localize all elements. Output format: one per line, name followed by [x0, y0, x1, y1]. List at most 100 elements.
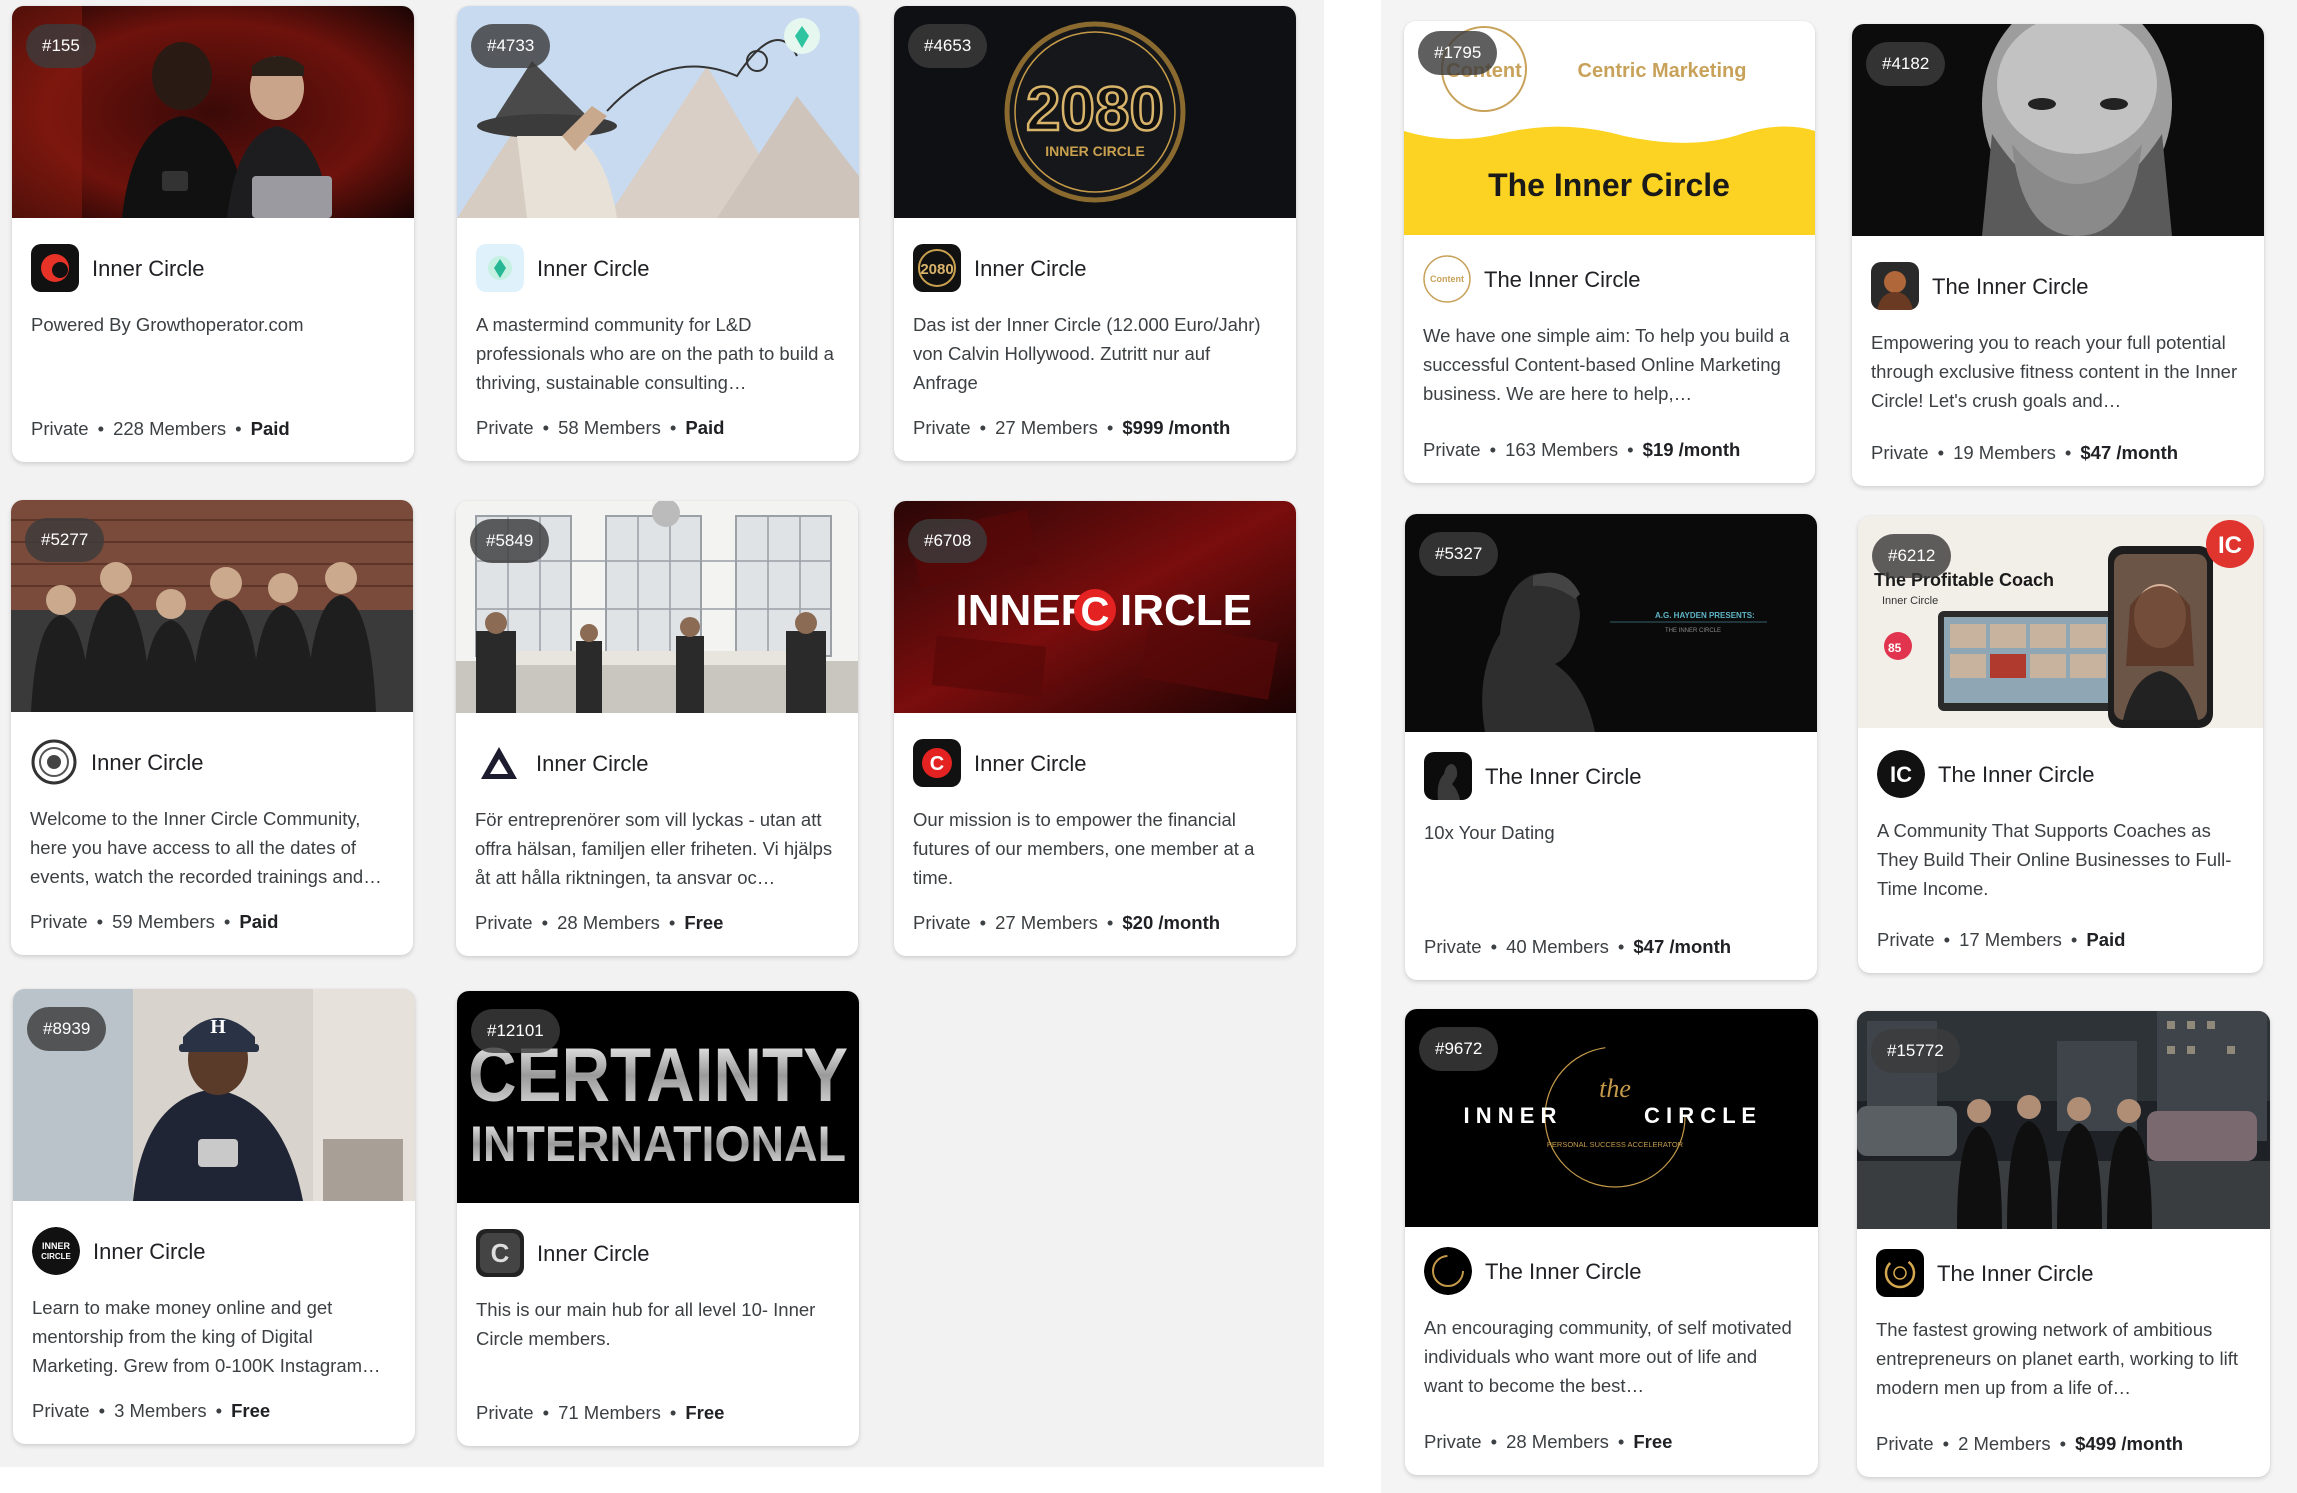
- svg-text:Content: Content: [1430, 274, 1464, 284]
- member-count: 19 Members: [1953, 442, 2056, 463]
- member-count: 27 Members: [995, 912, 1098, 933]
- group-name[interactable]: Inner Circle: [92, 256, 204, 282]
- privacy-label: Private: [30, 911, 88, 932]
- group-meta: Private • 3 Members • Free: [32, 1400, 271, 1421]
- svg-text:85: 85: [1888, 641, 1902, 655]
- thumb-title-text: 2080: [1026, 75, 1164, 144]
- gold-ring-logo-icon: [1424, 1247, 1472, 1295]
- member-count: 40 Members: [1506, 936, 1609, 957]
- thumb-badge-text: IC: [2218, 532, 2242, 559]
- group-name[interactable]: The Inner Circle: [1932, 274, 2089, 300]
- svg-text:C: C: [491, 1238, 510, 1268]
- group-card[interactable]: #4733 Inner Circle A mastermind communit…: [457, 6, 859, 461]
- privacy-label: Private: [1877, 929, 1935, 950]
- price-label: $999 /month: [1122, 417, 1231, 438]
- group-name[interactable]: The Inner Circle: [1485, 764, 1642, 790]
- group-card[interactable]: INNER C IRCLE #6708 C Inner Circle Our m…: [894, 501, 1296, 956]
- thumb-brand-text: Centric Marketing: [1578, 60, 1747, 82]
- thumb-subtitle-text: INTERNATIONAL: [470, 1116, 846, 1172]
- member-count: 27 Members: [995, 417, 1098, 438]
- group-name[interactable]: The Inner Circle: [1485, 1259, 1642, 1285]
- group-name[interactable]: Inner Circle: [91, 750, 203, 776]
- group-card[interactable]: #4182 The Inner Circle Empowering you to…: [1852, 24, 2264, 486]
- group-card[interactable]: H #8939 INNER CIRCLE Inner Circle Learn t…: [13, 989, 415, 1444]
- group-meta: Private • 228 Members • Paid: [31, 418, 290, 439]
- group-card[interactable]: 2080 INNER CIRCLE #4653 2080 Inner Circl…: [894, 6, 1296, 461]
- rank-badge: #9672: [1419, 1027, 1499, 1071]
- group-name[interactable]: Inner Circle: [974, 256, 1086, 282]
- content-logo-icon: Content: [1423, 255, 1471, 303]
- price-label: Paid: [2086, 929, 2126, 950]
- group-description: Das ist der Inner Circle (12.000 Euro/Ja…: [913, 314, 1261, 393]
- ic-logo-icon: IC: [1877, 750, 1925, 798]
- portrait-avatar-icon: [1871, 262, 1919, 310]
- privacy-label: Private: [476, 417, 534, 438]
- group-card[interactable]: #155 Inner Circle Powered By Growthopera…: [12, 6, 414, 462]
- price-label: Free: [685, 1402, 725, 1423]
- group-card[interactable]: Content Centric Marketing The Inner Circ…: [1404, 21, 1815, 483]
- certainty-logo-icon: C: [476, 1229, 524, 1277]
- group-card[interactable]: #15772 The Inner Circle The fastest grow…: [1857, 1011, 2270, 1477]
- group-card[interactable]: CERTAINTY INTERNATIONAL #12101 C Inner C…: [457, 991, 859, 1446]
- group-description: The fastest growing network of ambitious…: [1876, 1319, 2238, 1398]
- group-name[interactable]: The Inner Circle: [1484, 267, 1641, 293]
- price-label: Paid: [250, 418, 290, 439]
- privacy-label: Private: [32, 1400, 90, 1421]
- group-card[interactable]: #5277 Inner Circle Welcome to the Inner …: [11, 500, 413, 955]
- group-meta: Private • 58 Members • Paid: [476, 417, 725, 438]
- group-description: An encouraging community, of self motiva…: [1424, 1317, 1792, 1396]
- member-count: 71 Members: [558, 1402, 661, 1423]
- group-description: Welcome to the Inner Circle Community, h…: [30, 808, 382, 887]
- svg-text:CIRCLE: CIRCLE: [41, 1252, 71, 1261]
- group-meta: Private • 27 Members • $999 /month: [913, 417, 1231, 438]
- rank-badge: #8939: [27, 1007, 107, 1051]
- group-card[interactable]: A.G. HAYDEN PRESENTS: THE INNER CIRCLE #…: [1405, 514, 1817, 980]
- price-label: Paid: [239, 911, 279, 932]
- gold-swirl-logo-icon: [1876, 1249, 1924, 1297]
- privacy-label: Private: [1876, 1433, 1934, 1454]
- svg-text:INNER: INNER: [42, 1241, 71, 1251]
- group-meta: Private • 27 Members • $20 /month: [913, 912, 1221, 933]
- group-meta: Private • 71 Members • Free: [476, 1402, 725, 1423]
- group-name[interactable]: Inner Circle: [93, 1239, 205, 1265]
- group-meta: Private • 59 Members • Paid: [30, 911, 279, 932]
- member-count: 28 Members: [1506, 1431, 1609, 1452]
- group-meta: Private • 28 Members • Free: [1424, 1431, 1673, 1452]
- price-label: Paid: [685, 417, 725, 438]
- rank-badge: #6708: [908, 519, 988, 563]
- privacy-label: Private: [913, 912, 971, 933]
- red-crescent-logo-icon: [31, 244, 79, 292]
- price-label: Free: [1633, 1431, 1673, 1452]
- group-meta: Private • 163 Members • $19 /month: [1423, 439, 1741, 460]
- rank-badge: #4733: [471, 24, 551, 68]
- privacy-label: Private: [1871, 442, 1929, 463]
- group-description: A Community That Supports Coaches as The…: [1877, 820, 2232, 899]
- price-label: Free: [231, 1400, 271, 1421]
- group-card[interactable]: The Profitable Coach Inner Circle 85 IC …: [1858, 516, 2263, 973]
- red-c-logo-icon: C: [913, 739, 961, 787]
- circle-emblem-icon: [30, 738, 78, 786]
- thumb-title-text: A.G. HAYDEN PRESENTS:: [1655, 611, 1755, 620]
- rank-badge: #155: [26, 24, 96, 68]
- group-name[interactable]: Inner Circle: [537, 1241, 649, 1267]
- group-name[interactable]: Inner Circle: [974, 751, 1086, 777]
- group-description: Learn to make money online and get mento…: [32, 1297, 381, 1376]
- group-name[interactable]: Inner Circle: [536, 751, 648, 777]
- privacy-label: Private: [31, 418, 89, 439]
- member-count: 3 Members: [114, 1400, 207, 1421]
- group-name[interactable]: The Inner Circle: [1938, 762, 2095, 788]
- group-meta: Private • 17 Members • Paid: [1877, 929, 2126, 950]
- thumb-title-text: I N N E R: [1464, 1103, 1557, 1128]
- group-card[interactable]: #5849 Inner Circle För entreprenörer som…: [456, 501, 858, 956]
- group-name[interactable]: The Inner Circle: [1937, 1261, 2094, 1287]
- thumb-subtitle-text: THE INNER CIRCLE: [1665, 628, 1721, 634]
- rank-badge: #4653: [908, 24, 988, 68]
- group-card[interactable]: I N N E R the C I R C L E PERSONAL SUCCE…: [1405, 1009, 1818, 1475]
- group-name[interactable]: Inner Circle: [537, 256, 649, 282]
- rank-badge: #4182: [1866, 42, 1946, 86]
- group-description: We have one simple aim: To help you buil…: [1423, 325, 1790, 404]
- price-label: $47 /month: [2080, 442, 2179, 463]
- inner-circle-badge-icon: INNER CIRCLE: [32, 1227, 80, 1275]
- privacy-label: Private: [1423, 439, 1481, 460]
- group-description: För entreprenörer som vill lyckas - utan…: [475, 809, 833, 888]
